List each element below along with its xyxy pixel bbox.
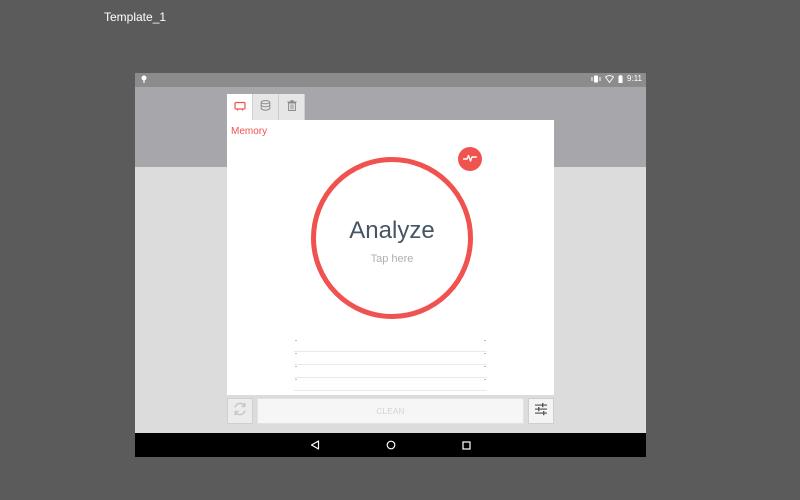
recents-icon[interactable] [462,440,471,450]
pulse-icon [462,150,478,168]
status-time: 9:11 [627,74,642,83]
list-item [294,378,487,391]
device-screen: 9:11 Memory Analyze Tap here CLEAN [135,73,646,457]
sliders-icon [534,402,548,421]
list-item [294,365,487,378]
database-icon [260,98,271,116]
clean-button[interactable]: CLEAN [257,398,524,424]
vibrate-icon [591,75,601,83]
tap-hint: Tap here [370,253,414,265]
notification-icon [141,75,147,85]
home-icon[interactable] [386,440,396,450]
tab-memory[interactable] [227,94,253,120]
tab-bar [227,94,305,120]
pulse-button[interactable] [458,147,482,171]
info-list [294,339,487,391]
refresh-button[interactable] [227,398,253,424]
list-item [294,352,487,365]
status-bar: 9:11 [135,73,646,87]
action-bar: CLEAN [227,398,554,425]
back-icon[interactable] [310,440,320,450]
tab-trash[interactable] [279,94,305,120]
analyze-button[interactable]: Analyze Tap here [311,157,473,319]
trash-icon [287,98,297,116]
settings-button[interactable] [528,398,554,424]
card-title: Memory [231,126,268,137]
template-title: Template_1 [104,10,167,24]
refresh-icon [232,401,248,422]
tab-storage[interactable] [253,94,279,120]
navigation-bar [135,433,646,457]
battery-icon [618,74,623,83]
memory-icon [233,98,246,116]
memory-card: Memory Analyze Tap here [227,120,554,395]
analyze-label: Analyze [349,217,435,244]
wifi-icon [605,74,615,83]
status-icons: 9:11 [591,74,642,83]
list-item [294,339,487,352]
